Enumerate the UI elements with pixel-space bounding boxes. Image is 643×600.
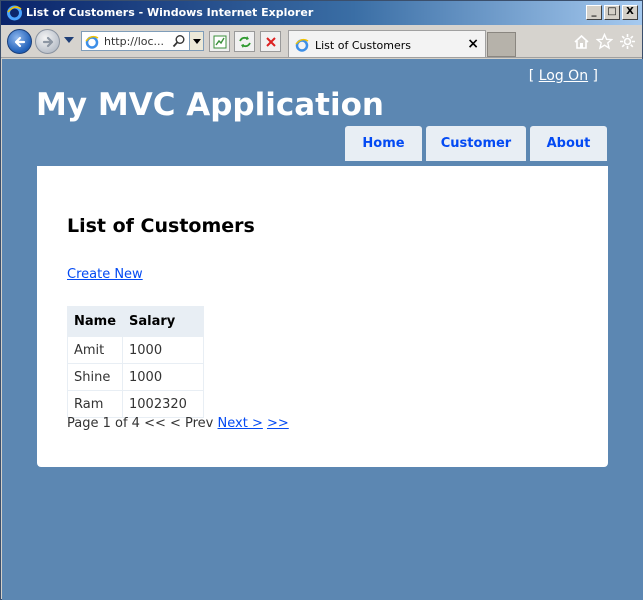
login-bracket-close: ]: [588, 68, 598, 84]
table-row: Amit 1000: [66, 336, 205, 364]
column-header-salary: Salary: [122, 306, 205, 337]
close-button[interactable]: X: [622, 5, 638, 20]
tab-list-of-customers[interactable]: List of Customers ×: [288, 30, 486, 57]
refresh-button[interactable]: [234, 31, 255, 52]
page-ie-icon: [84, 34, 100, 50]
favorites-star-icon[interactable]: [595, 32, 614, 50]
pager-next-link[interactable]: Next >: [218, 416, 263, 431]
cell-name: Ram: [66, 390, 124, 418]
page-viewport: [ Log On ] My MVC Application Home Custo…: [2, 59, 643, 600]
create-new-link[interactable]: Create New: [67, 267, 143, 282]
cell-salary: 1000: [122, 363, 205, 391]
address-url[interactable]: http://loc...: [104, 35, 164, 48]
table-header-row: Name Salary: [66, 306, 205, 337]
compatibility-icon: [213, 35, 227, 49]
table-row: Shine 1000: [66, 363, 205, 391]
customers-table: Name Salary Amit 1000 Shine 1000 Ram 100…: [66, 306, 205, 418]
forward-arrow-icon: [42, 36, 54, 48]
log-on-link[interactable]: Log On: [539, 68, 588, 84]
main-content: List of Customers Create New Name Salary…: [37, 166, 608, 467]
pager-status: Page 1 of 4 << < Prev: [67, 416, 214, 431]
back-arrow-icon: [14, 36, 26, 48]
cell-salary: 1002320: [122, 390, 205, 418]
stop-icon: [266, 37, 276, 47]
cell-salary: 1000: [122, 336, 205, 364]
internet-explorer-icon: [6, 4, 23, 21]
settings-gear-icon[interactable]: [619, 33, 636, 50]
home-icon[interactable]: [573, 33, 590, 50]
app-title: My MVC Application: [36, 87, 384, 123]
compatibility-view-button[interactable]: [209, 31, 230, 52]
window-title: List of Customers - Windows Internet Exp…: [26, 6, 314, 19]
tab-close-icon[interactable]: ×: [467, 36, 479, 52]
new-tab-button[interactable]: [487, 32, 516, 57]
address-dropdown-button[interactable]: [189, 32, 203, 50]
table-row: Ram 1002320: [66, 390, 205, 418]
address-bar[interactable]: http://loc...: [81, 31, 204, 51]
browser-window: List of Customers - Windows Internet Exp…: [0, 0, 643, 600]
page-heading: List of Customers: [67, 215, 255, 237]
title-bar: List of Customers - Windows Internet Exp…: [1, 1, 642, 25]
column-header-name: Name: [66, 306, 124, 337]
pager: Page 1 of 4 << < Prev Next > >>: [67, 416, 289, 431]
login-bracket-open: [: [528, 68, 539, 84]
stop-button[interactable]: [260, 31, 281, 52]
back-button[interactable]: [7, 29, 32, 54]
menu-item-customer[interactable]: Customer: [426, 126, 526, 161]
main-menu: Home Customer About: [345, 126, 607, 161]
cell-name: Amit: [66, 336, 124, 364]
menu-item-home[interactable]: Home: [345, 126, 422, 161]
login-display: [ Log On ]: [529, 68, 598, 84]
pager-last-link[interactable]: >>: [267, 416, 289, 431]
maximize-button[interactable]: □: [604, 5, 620, 20]
menu-item-about[interactable]: About: [530, 126, 607, 161]
tab-ie-icon: [294, 37, 310, 53]
history-dropdown-icon[interactable]: [64, 37, 74, 43]
forward-button[interactable]: [35, 29, 60, 54]
cell-name: Shine: [66, 363, 124, 391]
refresh-icon: [239, 36, 251, 48]
minimize-button[interactable]: _: [586, 5, 602, 20]
search-icon[interactable]: [172, 34, 186, 48]
browser-toolbar: http://loc... List of Customers ×: [1, 25, 642, 58]
tab-label: List of Customers: [315, 39, 411, 52]
